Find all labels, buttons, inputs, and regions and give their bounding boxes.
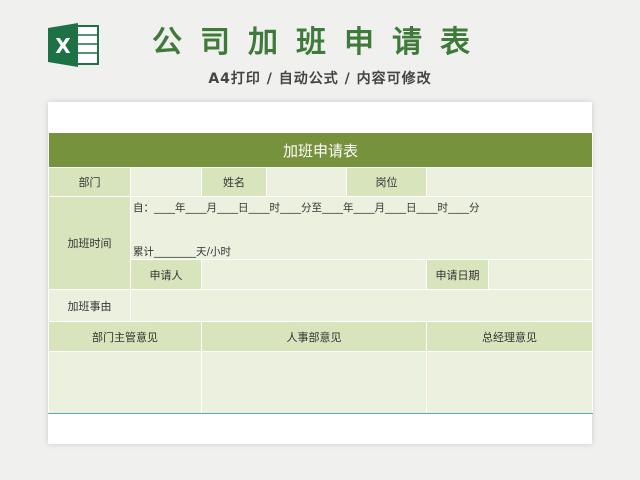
form-title: 加班申请表: [48, 132, 593, 168]
time-range-line: 自：____年____月____日____时____分至____年____月__…: [133, 202, 480, 214]
total-duration-line: 累计________天/小时: [133, 246, 232, 258]
overtime-time-field[interactable]: 自：____年____月____日____时____分至____年____月__…: [130, 196, 593, 260]
page-title: 公司加班申请表: [152, 25, 488, 60]
hr-opinion-field[interactable]: [201, 351, 427, 414]
dept-manager-opinion-label: 部门主管意见: [48, 321, 202, 352]
department-field[interactable]: [130, 167, 202, 197]
form-sheet: 加班申请表 部门 姓名 岗位 加班时间 自：____年____月____日___…: [48, 102, 593, 444]
applicant-field[interactable]: [201, 259, 427, 290]
hr-opinion-label: 人事部意见: [201, 321, 427, 352]
position-label: 岗位: [346, 167, 427, 197]
overtime-time-label: 加班时间: [48, 196, 131, 290]
excel-letter: X: [55, 34, 71, 58]
reason-label: 加班事由: [48, 289, 131, 322]
apply-date-label: 申请日期: [426, 259, 489, 290]
name-field[interactable]: [266, 167, 347, 197]
excel-logo: X: [46, 22, 102, 68]
dept-manager-opinion-field[interactable]: [48, 351, 202, 414]
excel-icon: X: [48, 23, 99, 67]
apply-date-field[interactable]: [488, 259, 593, 290]
overtime-form-table: 加班申请表 部门 姓名 岗位 加班时间 自：____年____月____日___…: [48, 132, 593, 414]
applicant-label: 申请人: [130, 259, 202, 290]
department-label: 部门: [48, 167, 131, 197]
gm-opinion-label: 总经理意见: [426, 321, 593, 352]
gm-opinion-field[interactable]: [426, 351, 593, 414]
page-subtitle: A4打印 / 自动公式 / 内容可修改: [208, 71, 432, 87]
position-field[interactable]: [426, 167, 593, 197]
name-label: 姓名: [201, 167, 267, 197]
reason-field[interactable]: [130, 289, 593, 322]
